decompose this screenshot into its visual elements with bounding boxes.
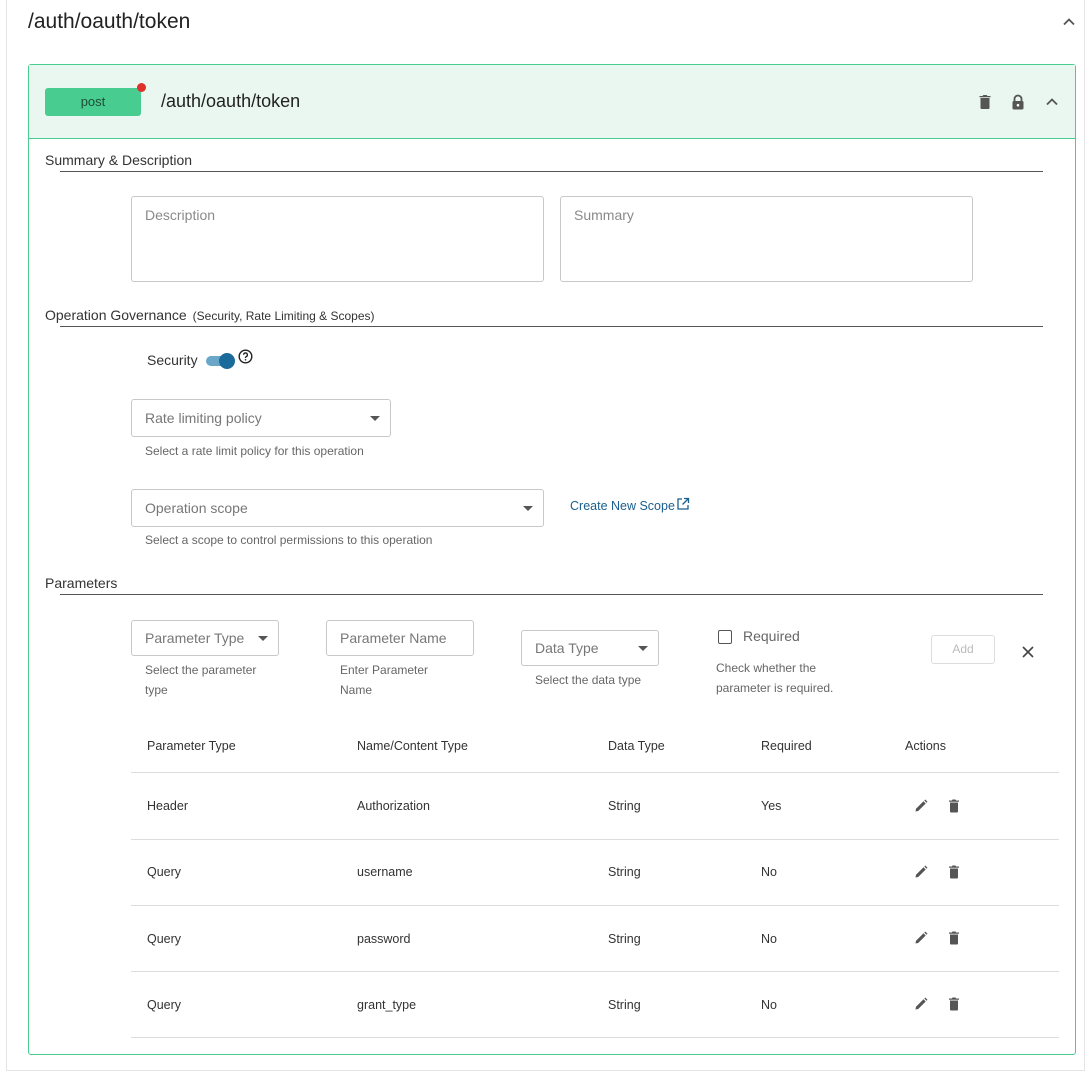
column-header: Data Type bbox=[608, 739, 665, 753]
section-divider bbox=[60, 326, 1043, 327]
helper-line: Name bbox=[340, 683, 373, 697]
parameter-type-placeholder: Parameter Type bbox=[145, 630, 245, 646]
security-toggle[interactable] bbox=[206, 353, 236, 369]
cell-parameter-type: Query bbox=[147, 932, 182, 946]
resource-title: /auth/oauth/token bbox=[28, 10, 191, 33]
row-divider bbox=[131, 772, 1059, 773]
cell-data-type: String bbox=[608, 998, 641, 1012]
column-header: Required bbox=[761, 739, 812, 753]
column-header: Name/Content Type bbox=[357, 739, 468, 753]
toggle-knob bbox=[219, 353, 235, 369]
security-label: Security bbox=[147, 352, 198, 368]
summary-placeholder: Summary bbox=[574, 207, 634, 223]
change-indicator bbox=[137, 83, 146, 92]
cell-name: password bbox=[357, 932, 411, 946]
data-type-helper: Select the data type bbox=[535, 673, 642, 687]
section-divider bbox=[60, 171, 1043, 172]
external-link-icon[interactable] bbox=[676, 497, 690, 511]
dropdown-caret-icon bbox=[258, 636, 268, 641]
parameter-name-input[interactable]: Parameter Name bbox=[326, 620, 474, 656]
edit-icon[interactable] bbox=[913, 798, 929, 814]
operation-header[interactable]: post /auth/oauth/token bbox=[29, 65, 1075, 139]
rate-limit-placeholder: Rate limiting policy bbox=[145, 410, 262, 426]
required-checkbox[interactable] bbox=[718, 630, 732, 644]
row-divider bbox=[131, 1037, 1059, 1038]
trash-icon[interactable] bbox=[946, 798, 962, 814]
dropdown-caret-icon bbox=[638, 646, 648, 651]
data-type-select[interactable]: Data Type bbox=[521, 630, 659, 666]
rate-limit-helper: Select a rate limit policy for this oper… bbox=[145, 444, 364, 458]
scope-helper: Select a scope to control permissions to… bbox=[145, 533, 433, 547]
parameter-type-select[interactable]: Parameter Type bbox=[131, 620, 279, 656]
description-field[interactable]: Description bbox=[131, 196, 544, 282]
data-type-placeholder: Data Type bbox=[535, 640, 599, 656]
parameter-type-helper: Select the parameter type bbox=[145, 660, 256, 700]
dropdown-caret-icon bbox=[523, 506, 533, 511]
create-new-scope-link[interactable]: Create New Scope bbox=[570, 499, 675, 513]
required-label: Required bbox=[743, 628, 800, 644]
edit-icon[interactable] bbox=[913, 864, 929, 880]
cell-required: Yes bbox=[761, 799, 782, 813]
governance-title: Operation Governance bbox=[45, 307, 187, 323]
chevron-up-icon[interactable] bbox=[1043, 93, 1061, 111]
trash-icon[interactable] bbox=[946, 864, 962, 880]
cell-parameter-type: Header bbox=[147, 799, 188, 813]
column-header: Parameter Type bbox=[147, 739, 236, 753]
operation-scope-select[interactable]: Operation scope bbox=[131, 489, 544, 527]
close-icon[interactable] bbox=[1021, 645, 1035, 659]
cell-data-type: String bbox=[608, 865, 641, 879]
cell-data-type: String bbox=[608, 799, 641, 813]
cell-name: username bbox=[357, 865, 413, 879]
parameter-name-helper: Enter Parameter Name bbox=[340, 660, 428, 700]
resource-panel: /auth/oauth/token post /auth/oauth/token… bbox=[6, 0, 1085, 1071]
help-icon[interactable] bbox=[238, 349, 253, 364]
operation-path: /auth/oauth/token bbox=[161, 91, 301, 111]
helper-line: parameter is required. bbox=[716, 681, 834, 695]
dropdown-caret-icon bbox=[370, 416, 380, 421]
cell-name: Authorization bbox=[357, 799, 430, 813]
row-divider bbox=[131, 905, 1059, 906]
cell-name: grant_type bbox=[357, 998, 417, 1012]
helper-line: Check whether the bbox=[716, 661, 817, 675]
cell-parameter-type: Query bbox=[147, 865, 182, 879]
summary-section-title: Summary & Description bbox=[45, 152, 193, 168]
add-parameter-button[interactable]: Add bbox=[931, 635, 995, 664]
helper-line: Select the parameter bbox=[145, 663, 257, 677]
governance-section-title: Operation Governance (Security, Rate Limi… bbox=[45, 307, 375, 323]
column-header: Actions bbox=[905, 739, 946, 753]
edit-icon[interactable] bbox=[913, 996, 929, 1012]
summary-field[interactable]: Summary bbox=[560, 196, 973, 282]
rate-limit-select[interactable]: Rate limiting policy bbox=[131, 399, 391, 437]
cell-required: No bbox=[761, 998, 777, 1012]
cell-required: No bbox=[761, 865, 777, 879]
scope-placeholder: Operation scope bbox=[145, 500, 248, 516]
row-divider bbox=[131, 839, 1059, 840]
cell-parameter-type: Query bbox=[147, 998, 182, 1012]
method-badge: post bbox=[45, 88, 141, 116]
cell-data-type: String bbox=[608, 932, 641, 946]
governance-subtitle: (Security, Rate Limiting & Scopes) bbox=[192, 309, 375, 323]
required-helper: Check whether the parameter is required. bbox=[716, 658, 833, 698]
row-divider bbox=[131, 971, 1059, 972]
operation-card: post /auth/oauth/token Summary & Descrip… bbox=[28, 64, 1076, 1055]
edit-icon[interactable] bbox=[913, 930, 929, 946]
description-placeholder: Description bbox=[145, 207, 216, 223]
cell-required: No bbox=[761, 932, 777, 946]
trash-icon[interactable] bbox=[976, 93, 994, 111]
helper-line: Enter Parameter bbox=[340, 663, 429, 677]
chevron-up-icon[interactable] bbox=[1061, 14, 1077, 30]
section-divider bbox=[60, 594, 1043, 595]
parameters-section-title: Parameters bbox=[45, 575, 118, 591]
lock-icon[interactable] bbox=[1009, 93, 1027, 111]
trash-icon[interactable] bbox=[946, 930, 962, 946]
trash-icon[interactable] bbox=[946, 996, 962, 1012]
helper-line: type bbox=[145, 683, 168, 697]
parameter-name-placeholder: Parameter Name bbox=[340, 630, 447, 646]
